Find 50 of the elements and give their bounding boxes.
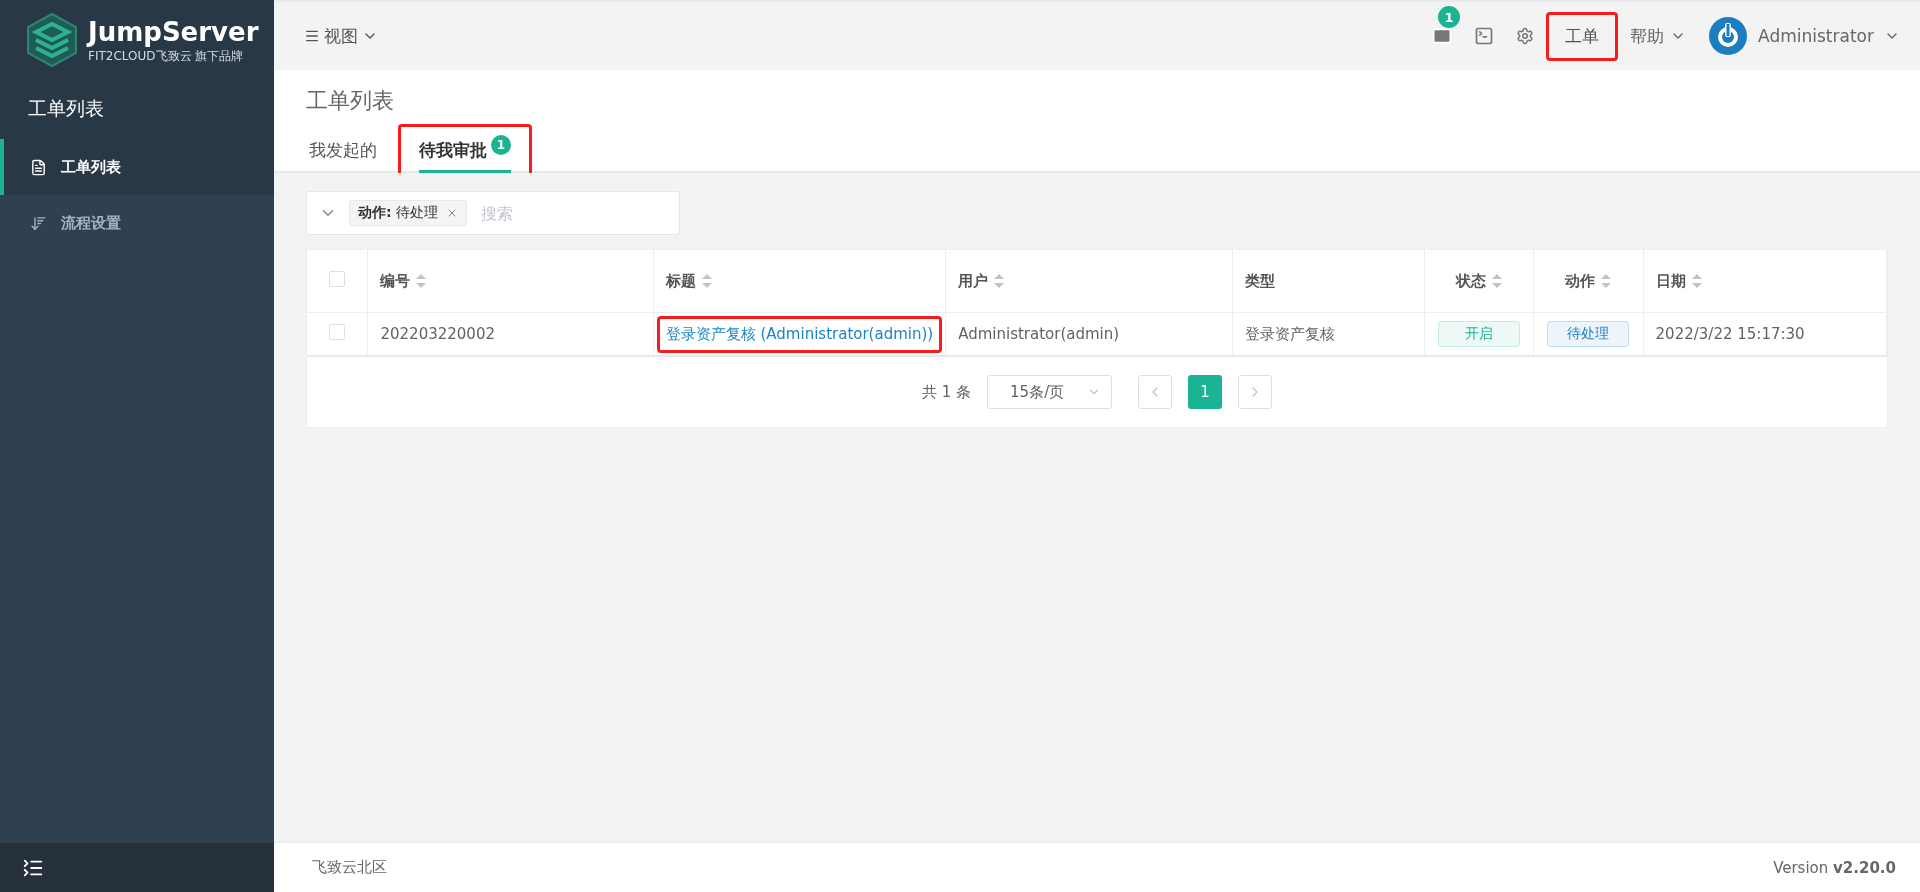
sort-icon[interactable] [416, 274, 427, 288]
column-header: 状态 [1455, 271, 1486, 291]
sort-icon [30, 214, 47, 232]
table-cell: Administrator(admin) [958, 325, 1120, 343]
view-menu[interactable]: 视图 [304, 24, 378, 48]
column-header: 编号 [380, 271, 411, 291]
menu-icon [304, 28, 320, 44]
column-header: 用户 [958, 271, 989, 291]
sort-icon[interactable] [1691, 274, 1702, 288]
help-menu[interactable]: 帮助 [1630, 24, 1687, 48]
table-cell: 202203220002 [380, 325, 495, 343]
page-size-select[interactable]: 15条/页 [987, 375, 1113, 409]
sidebar-title: 工单列表 [0, 80, 274, 139]
settings-icon[interactable] [1516, 27, 1535, 45]
notification-badge: 1 [1438, 6, 1461, 28]
sort-icon[interactable] [701, 274, 712, 288]
sort-icon[interactable] [994, 274, 1005, 288]
status-tag: 开启 [1437, 321, 1520, 347]
user-menu[interactable]: Administrator [1708, 16, 1900, 56]
ticket-link[interactable]: 工单 [1549, 14, 1616, 58]
version-text: Version v2.20.0 [1773, 858, 1896, 877]
sort-icon[interactable] [1491, 274, 1502, 288]
table-cell: 2022/3/22 15:17:30 [1655, 325, 1805, 343]
previous-page-button[interactable] [1138, 375, 1173, 409]
tab[interactable]: 我发起的 [309, 127, 377, 173]
logo-tagline: FIT2CLOUD飞致云 旗下品牌 [88, 47, 245, 65]
total-count: 共 1 条 [921, 382, 972, 402]
footer-region: 飞致云北区 [312, 858, 387, 877]
sort-icon[interactable] [1601, 274, 1612, 288]
logo-name: JumpServer [88, 15, 259, 48]
filter-tag[interactable]: 动作: 待处理 [349, 200, 468, 226]
sidebar-item[interactable]: 工单列表 [0, 139, 274, 195]
logo-icon [26, 12, 78, 68]
checkbox[interactable] [329, 271, 346, 287]
page-title: 工单列表 [306, 87, 395, 115]
count-badge: 1 [491, 135, 511, 155]
document-icon [30, 158, 47, 176]
status-tag: 待处理 [1547, 321, 1630, 347]
power-avatar-icon [1708, 16, 1749, 56]
next-page-button[interactable] [1238, 375, 1273, 409]
column-header: 动作 [1565, 271, 1596, 291]
tab[interactable]: 待我审批 1 [419, 127, 511, 173]
checkbox[interactable] [329, 324, 346, 340]
column-header: 标题 [665, 271, 696, 291]
search-field[interactable]: 动作: 待处理 搜索 [306, 191, 680, 235]
terminal-icon[interactable] [1474, 26, 1495, 46]
column-header: 类型 [1244, 271, 1275, 291]
table-cell: 登录资产复核 [1244, 324, 1335, 343]
sidebar-item[interactable]: 流程设置 [0, 195, 274, 251]
column-header: 日期 [1655, 271, 1686, 291]
